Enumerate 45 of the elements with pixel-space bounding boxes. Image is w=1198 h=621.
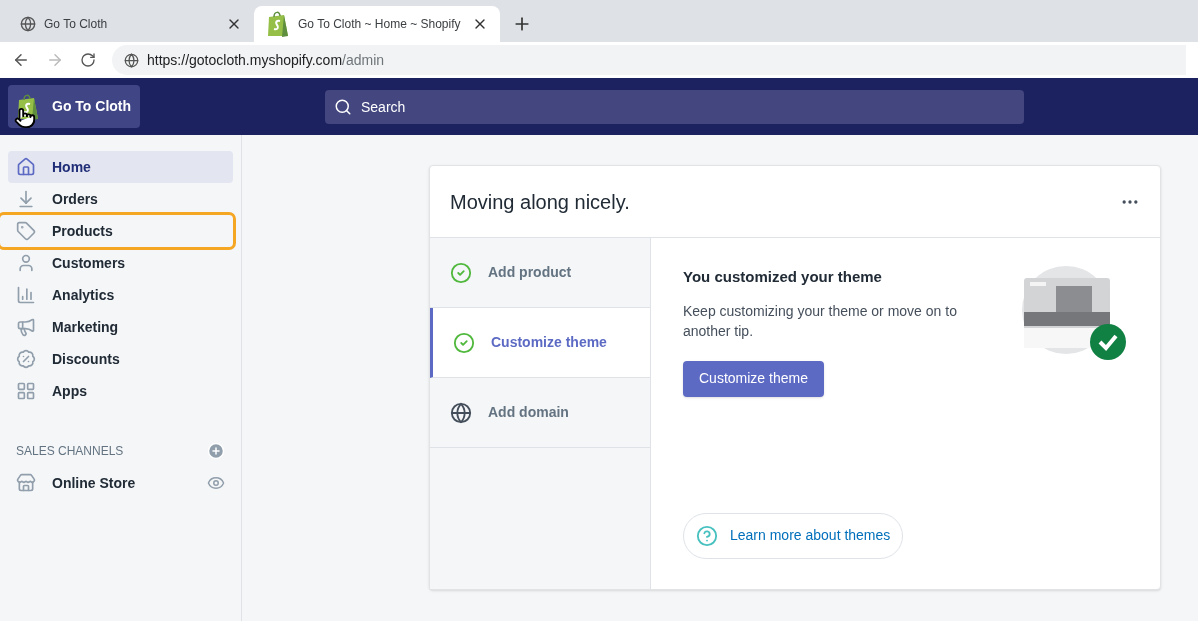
- sidebar-item[interactable]: Analytics: [8, 279, 233, 311]
- detail-text: Keep customizing your theme or move on to another tip.: [683, 301, 958, 341]
- url-field[interactable]: https://gotocloth.myshopify.com/admin: [112, 45, 1186, 75]
- sidebar-item[interactable]: Products: [0, 215, 233, 247]
- check-circle-icon: [450, 261, 472, 284]
- hand-cursor-icon: [14, 107, 36, 129]
- shopify-bag-icon: [266, 10, 290, 38]
- sidebar-item[interactable]: Online Store: [8, 467, 233, 499]
- tab-title: Go To Cloth ~ Home ~ Shopify: [298, 16, 462, 33]
- help-icon: [696, 524, 718, 547]
- apps-grid-icon: [16, 381, 36, 401]
- tab-title: Go To Cloth: [44, 16, 109, 33]
- task-item[interactable]: Add domain: [430, 378, 650, 448]
- browser-tab[interactable]: Go To Cloth: [8, 6, 254, 42]
- sidebar-item[interactable]: Marketing: [8, 311, 233, 343]
- bar-chart-icon: [16, 285, 36, 305]
- sidebar-item[interactable]: Customers: [8, 247, 233, 279]
- task-item[interactable]: Customize theme: [430, 308, 650, 378]
- sidebar-item[interactable]: Orders: [8, 183, 233, 215]
- megaphone-icon: [16, 317, 36, 337]
- check-circle-icon: [453, 331, 475, 354]
- reload-icon[interactable]: [80, 52, 96, 68]
- store-switcher[interactable]: Go To Cloth: [8, 85, 140, 128]
- store-name: Go To Cloth: [52, 97, 132, 116]
- person-icon: [16, 253, 36, 273]
- globe-icon: [124, 52, 139, 68]
- sidebar-item[interactable]: Apps: [8, 375, 233, 407]
- inbox-icon: [16, 189, 36, 209]
- add-icon[interactable]: [207, 442, 225, 460]
- search-icon: [334, 97, 352, 116]
- customize-theme-button[interactable]: Customize theme: [683, 360, 824, 397]
- tag-icon: [16, 221, 36, 241]
- sidebar-item[interactable]: Discounts: [8, 343, 233, 375]
- section-heading: SALES CHANNELS: [16, 443, 124, 460]
- card-title: Moving along nicely.: [450, 189, 630, 215]
- search-field[interactable]: Search: [325, 89, 1024, 124]
- detail-heading: You customized your theme: [683, 267, 883, 287]
- home-icon: [16, 157, 36, 177]
- globe-icon: [450, 401, 472, 424]
- globe-icon: [20, 16, 36, 32]
- percent-badge-icon: [16, 349, 36, 369]
- browser-tab[interactable]: Go To Cloth ~ Home ~ Shopify: [254, 6, 500, 42]
- store-icon: [16, 473, 36, 493]
- sidebar-item[interactable]: Home: [8, 151, 233, 183]
- back-icon[interactable]: [12, 51, 30, 69]
